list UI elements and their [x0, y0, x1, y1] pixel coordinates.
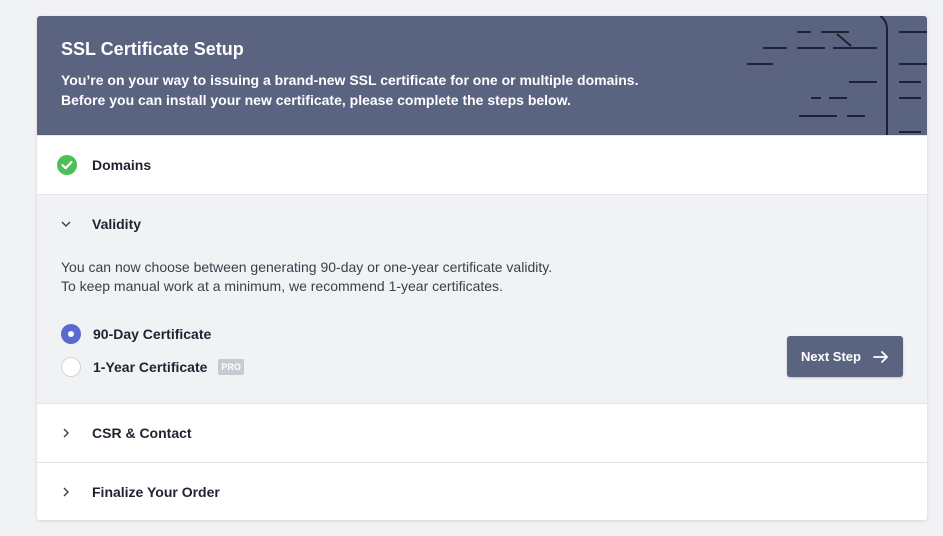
validity-description-line-1: You can now choose between generating 90… [61, 259, 553, 275]
check-circle-icon [57, 155, 77, 175]
step-finalize-order-title: Finalize Your Order [92, 484, 220, 500]
option-90-day[interactable]: 90-Day Certificate [61, 317, 903, 350]
ssl-setup-card: SSL Certificate Setup You’re on your way… [37, 16, 927, 520]
step-validity-row[interactable]: Validity [37, 195, 927, 253]
next-step-button[interactable]: Next Step [787, 336, 903, 377]
step-domains[interactable]: Domains [37, 135, 927, 194]
step-domains-row[interactable]: Domains [37, 136, 927, 194]
option-90-day-label: 90-Day Certificate [93, 325, 212, 342]
chevron-right-icon[interactable] [57, 483, 75, 501]
step-csr-contact-title: CSR & Contact [92, 425, 192, 441]
radio-1-year[interactable] [61, 356, 81, 377]
validity-description-line-2: To keep manual work at a minimum, we rec… [61, 278, 503, 294]
step-finalize-order-row[interactable]: Finalize Your Order [37, 463, 927, 520]
step-csr-contact[interactable]: CSR & Contact [37, 403, 927, 462]
step-finalize-order[interactable]: Finalize Your Order [37, 462, 927, 520]
option-1-year-label: 1-Year Certificate [93, 358, 208, 375]
step-validity-title: Validity [92, 216, 142, 232]
setup-header: SSL Certificate Setup You’re on your way… [37, 16, 927, 135]
radio-90-day[interactable] [61, 323, 81, 344]
code-lines-decoration-icon [747, 16, 927, 135]
step-csr-contact-row[interactable]: CSR & Contact [37, 404, 927, 462]
step-validity: Validity You can now choose between gene… [37, 194, 927, 403]
arrow-right-icon [873, 350, 889, 364]
pro-badge: PRO [218, 358, 244, 375]
next-step-label: Next Step [801, 349, 861, 364]
chevron-right-icon[interactable] [57, 424, 75, 442]
chevron-down-icon[interactable] [57, 215, 75, 233]
validity-options: 90-Day Certificate 1-Year Certificate PR… [61, 317, 903, 383]
step-domains-title: Domains [92, 157, 152, 173]
option-1-year[interactable]: 1-Year Certificate PRO [61, 350, 903, 383]
